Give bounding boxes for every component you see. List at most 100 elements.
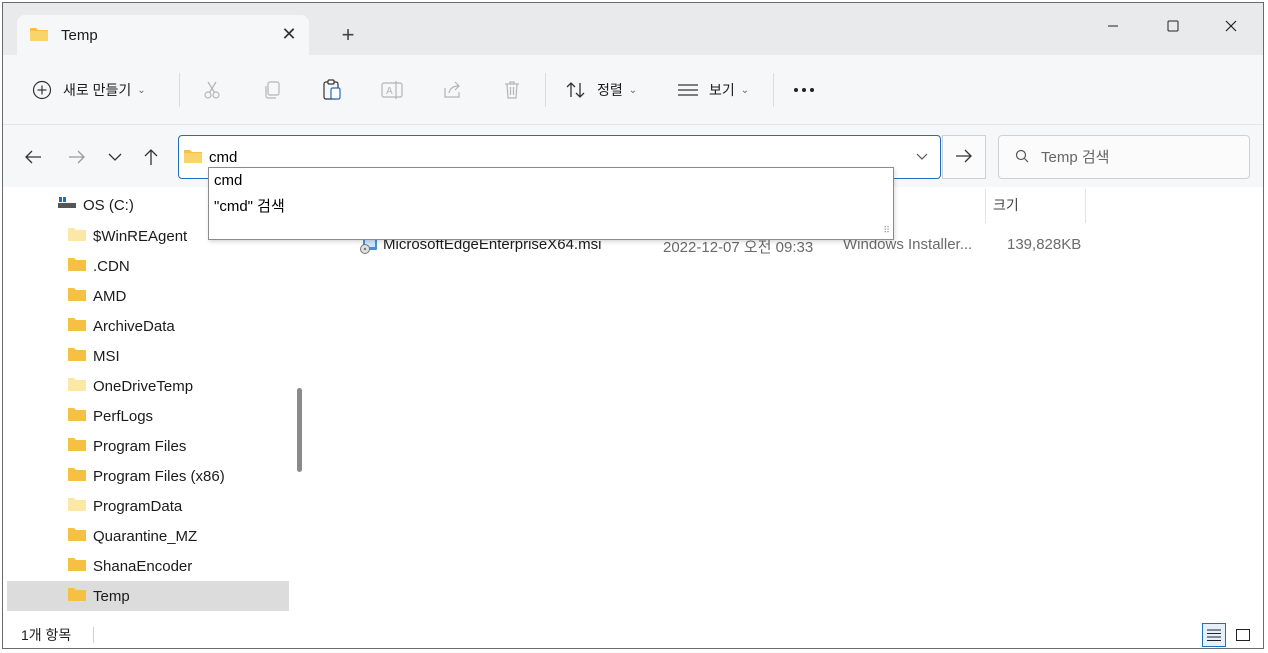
drive-icon	[57, 196, 77, 214]
folder-icon	[67, 406, 87, 426]
navigation-pane: OS (C:) $WinREAgent .CDN AMD ArchiveData MSI…	[3, 187, 308, 619]
delete-button[interactable]	[501, 72, 523, 108]
divider	[545, 73, 546, 107]
folder-icon	[67, 526, 87, 546]
new-button[interactable]: 새로 만들기 ⌄	[31, 72, 146, 108]
tiles-view-icon[interactable]	[1231, 623, 1255, 647]
svg-text:A: A	[386, 86, 393, 97]
sidebar-item-folder[interactable]: OneDriveTemp	[7, 371, 289, 401]
sort-button[interactable]: 정렬 ⌄	[565, 72, 637, 108]
sidebar-item-folder[interactable]: .CDN	[7, 251, 289, 281]
sidebar-item-drive[interactable]: OS (C:)	[57, 195, 134, 215]
sidebar-item-folder[interactable]: Program Files (x86)	[7, 461, 289, 491]
cut-icon	[201, 79, 223, 101]
folder-icon	[67, 586, 87, 606]
sidebar-item-folder[interactable]: ShanaEncoder	[7, 551, 289, 581]
sidebar-item-folder[interactable]: Temp	[7, 581, 289, 611]
file-list: 크기 MicrosoftEdgeEnterpriseX64.msi 2022-1…	[309, 187, 1263, 619]
address-input[interactable]	[209, 148, 889, 166]
maximize-icon[interactable]	[1150, 11, 1196, 41]
folder-icon	[67, 256, 87, 276]
search-box[interactable]	[998, 135, 1250, 179]
divider	[179, 73, 180, 107]
folder-icon	[67, 226, 87, 246]
sidebar-item-folder[interactable]: Program Files	[7, 431, 289, 461]
sidebar-item-label: ShanaEncoder	[93, 557, 193, 575]
sidebar-item-label: MSI	[93, 347, 120, 365]
sidebar-item-folder[interactable]: ArchiveData	[7, 311, 289, 341]
more-button[interactable]	[793, 72, 815, 108]
folder-icon	[67, 316, 87, 336]
delete-icon	[501, 79, 523, 101]
tab-temp[interactable]: Temp ✕	[17, 15, 309, 55]
file-size: 139,828KB	[1007, 236, 1082, 253]
suggestion-item[interactable]: cmd	[214, 172, 242, 189]
sidebar-item-label: Program Files (x86)	[93, 467, 225, 485]
chevron-down-icon: ⌄	[740, 84, 750, 96]
copy-button[interactable]	[261, 72, 283, 108]
close-icon[interactable]	[1208, 11, 1254, 41]
sidebar-item-folder[interactable]: MSI	[7, 341, 289, 371]
column-divider	[985, 189, 986, 223]
file-explorer-window: Temp ✕ + 새로 만들기 ⌄ A 정렬 ⌄ 보기 ⌄ cmd Temp 검…	[2, 2, 1264, 649]
folder-icon	[67, 466, 87, 486]
sidebar-item-label: ProgramData	[93, 497, 183, 515]
folder-icon	[29, 26, 49, 45]
folder-icon	[67, 496, 87, 516]
sidebar-item-label: OneDriveTemp	[93, 377, 194, 395]
folder-icon	[67, 436, 87, 456]
view-icon	[677, 79, 699, 101]
item-count: 1개 항목	[21, 627, 72, 643]
rename-button[interactable]: A	[381, 72, 403, 108]
up-arrow-icon[interactable]	[139, 145, 163, 169]
divider	[93, 627, 94, 643]
search-input[interactable]	[1041, 148, 1231, 166]
status-bar: 1개 항목	[3, 619, 1263, 648]
title-bar: Temp ✕ +	[3, 3, 1263, 55]
sidebar-item-label: .CDN	[93, 257, 130, 275]
tab-title: Temp	[61, 26, 98, 44]
paste-button[interactable]	[321, 72, 343, 108]
view-button[interactable]: 보기 ⌄	[677, 72, 749, 108]
share-icon	[441, 79, 463, 101]
sort-icon	[565, 79, 587, 101]
minimize-icon[interactable]	[1090, 11, 1136, 41]
divider	[773, 73, 774, 107]
scrollbar-thumb[interactable]	[297, 388, 302, 472]
suggestion-item[interactable]: "cmd" 검색	[214, 195, 285, 216]
folder-icon	[183, 148, 203, 167]
plus-icon[interactable]: +	[337, 24, 359, 47]
arrow-right-icon	[955, 148, 973, 167]
new-label: 새로 만들기	[63, 82, 132, 98]
address-suggestions: cmd "cmd" 검색 ⠿	[208, 167, 894, 240]
resize-grip-icon[interactable]: ⠿	[883, 225, 890, 236]
more-icon	[793, 79, 815, 101]
folder-icon	[67, 286, 87, 306]
sidebar-item-label: Temp	[93, 587, 130, 605]
folder-icon	[67, 376, 87, 396]
sidebar-item-label: OS (C:)	[83, 196, 134, 214]
view-label: 보기	[709, 82, 735, 98]
sidebar-item-label: $WinREAgent	[93, 227, 188, 245]
share-button[interactable]	[441, 72, 463, 108]
chevron-down-icon[interactable]	[916, 148, 928, 164]
chevron-down-icon[interactable]	[103, 145, 127, 169]
copy-icon	[261, 79, 283, 101]
cut-button[interactable]	[201, 72, 223, 108]
folder-icon	[67, 346, 87, 366]
sidebar-item-label: Program Files	[93, 437, 187, 455]
sidebar-item-folder[interactable]: AMD	[7, 281, 289, 311]
sidebar-item-folder[interactable]: ProgramData	[7, 491, 289, 521]
forward-arrow-icon[interactable]	[65, 145, 89, 169]
close-icon[interactable]: ✕	[279, 24, 299, 44]
back-arrow-icon[interactable]	[21, 145, 45, 169]
rename-icon: A	[381, 79, 403, 101]
go-button[interactable]	[942, 135, 986, 179]
column-divider	[1085, 189, 1086, 223]
column-header-size[interactable]: 크기	[993, 187, 1019, 223]
sidebar-item-folder[interactable]: PerfLogs	[7, 401, 289, 431]
sidebar-item-folder[interactable]: Quarantine_MZ	[7, 521, 289, 551]
sidebar-item-label: PerfLogs	[93, 407, 154, 425]
sidebar-item-label: Quarantine_MZ	[93, 527, 198, 545]
details-view-icon[interactable]	[1202, 623, 1226, 647]
